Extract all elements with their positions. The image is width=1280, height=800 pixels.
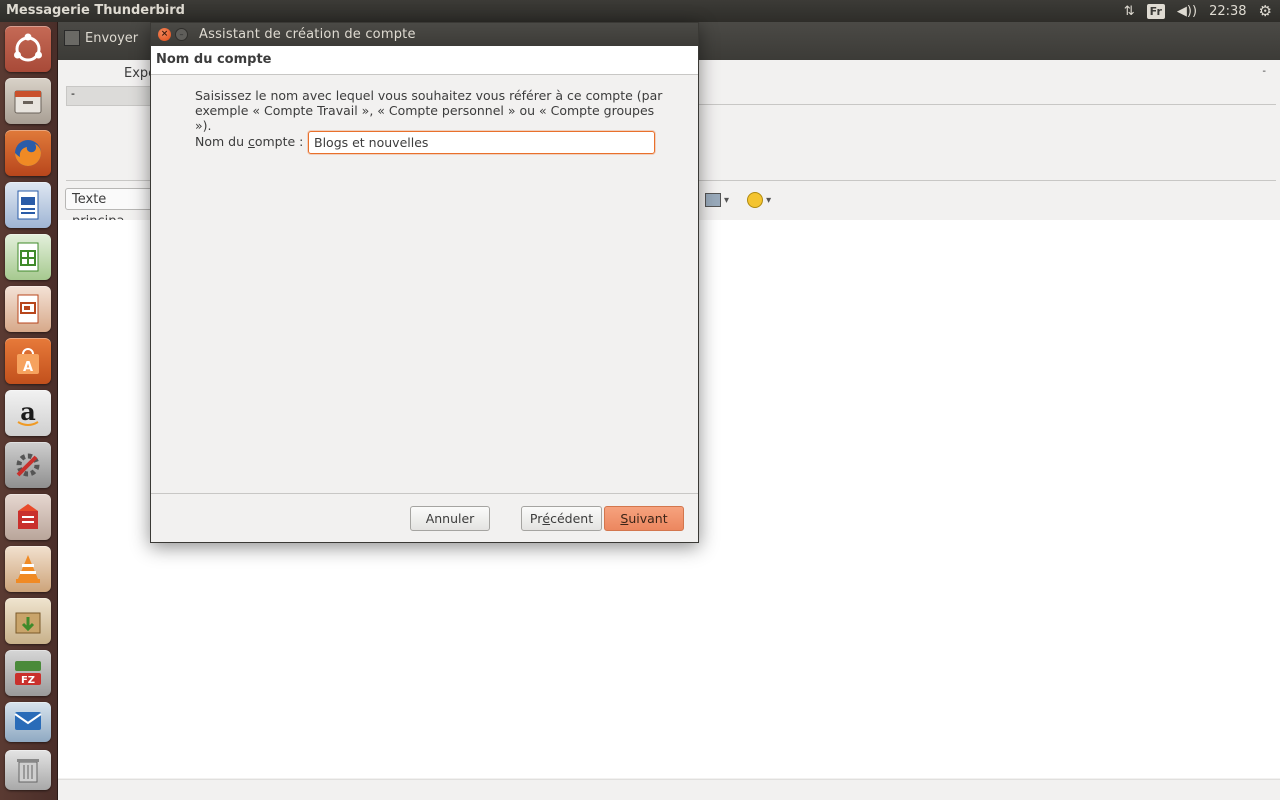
svg-text:FZ: FZ: [21, 675, 35, 686]
launcher: A a FZ: [0, 22, 58, 800]
filezilla-icon[interactable]: FZ: [5, 650, 51, 696]
svg-text:A: A: [23, 360, 33, 375]
network-arrows-icon[interactable]: ⇅: [1124, 4, 1135, 19]
page-header: Nom du compte: [151, 46, 698, 75]
dialog-title: Assistant de création de compte: [199, 27, 416, 42]
next-button-accesskey: S: [620, 511, 629, 526]
send-button-label: Envoyer: [85, 30, 139, 46]
cancel-button[interactable]: Annuler: [410, 506, 490, 531]
send-icon: [64, 30, 80, 46]
keyboard-layout-indicator[interactable]: Fr: [1146, 3, 1165, 19]
next-button-label-post: uivant: [628, 511, 668, 526]
account-name-label-post: ompte :: [254, 134, 304, 149]
format-toolbar-icons: ▾ ▾ ▾: [694, 192, 771, 208]
trash-icon[interactable]: [5, 750, 51, 790]
amazon-icon[interactable]: a: [5, 390, 51, 436]
keyboard-layout-badge: Fr: [1146, 3, 1165, 19]
app-red-icon[interactable]: [5, 494, 51, 540]
vlc-icon[interactable]: [5, 546, 51, 592]
top-panel: Messagerie Thunderbird ⇅ Fr ◀)) 22:38 ⚙: [0, 0, 1280, 22]
firefox-icon[interactable]: [5, 130, 51, 176]
thunderbird-stack-icon[interactable]: [5, 702, 51, 742]
dialog-titlebar: × – Assistant de création de compte: [151, 23, 698, 46]
header-divider: [698, 104, 1276, 105]
page-description: Saisissez le nom avec lequel vous souhai…: [195, 88, 663, 133]
cancel-button-label: Annuler: [425, 511, 475, 526]
smiley-icon[interactable]: [747, 192, 764, 208]
back-button[interactable]: Pr é cédent: [521, 506, 602, 531]
page-title: Nom du compte: [156, 52, 272, 67]
account-name-label-accesskey: c: [247, 134, 255, 149]
app-title: Messagerie Thunderbird: [6, 3, 185, 18]
from-field[interactable]: -: [66, 86, 162, 106]
archive-install-icon[interactable]: [5, 598, 51, 644]
minimize-button[interactable]: –: [175, 28, 188, 41]
account-name-input[interactable]: [308, 131, 655, 154]
close-button[interactable]: ×: [158, 28, 171, 41]
chevron-down-icon[interactable]: ▾: [724, 195, 729, 206]
account-name-label: Nom du compte :: [195, 134, 303, 149]
account-wizard-dialog: × – Assistant de création de compte Nom …: [150, 22, 699, 543]
paragraph-format-select[interactable]: Texte principa: [65, 188, 155, 229]
insert-image-icon[interactable]: [705, 193, 722, 207]
software-center-icon[interactable]: A: [5, 338, 51, 384]
send-button[interactable]: Envoyer |: [64, 30, 155, 46]
back-button-label-post: cédent: [550, 511, 594, 526]
clock[interactable]: 22:38: [1209, 4, 1246, 19]
svg-text:a: a: [20, 397, 36, 426]
back-button-label-pre: Pr: [529, 511, 543, 526]
libreoffice-impress-icon[interactable]: [5, 286, 51, 332]
next-button[interactable]: Suivant: [604, 506, 684, 531]
indicator-area: ⇅ Fr ◀)) 22:38 ⚙: [1124, 0, 1280, 22]
system-settings-icon[interactable]: [5, 442, 51, 488]
volume-icon[interactable]: ◀)): [1177, 4, 1197, 19]
libreoffice-calc-icon[interactable]: [5, 234, 51, 280]
back-button-accesskey: é: [542, 511, 551, 526]
from-dropdown-arrow[interactable]: -: [1262, 66, 1266, 77]
button-separator: [151, 493, 698, 494]
account-name-label-pre: Nom du: [195, 134, 248, 149]
files-icon[interactable]: [5, 78, 51, 124]
ubuntu-dash-icon[interactable]: [5, 26, 51, 72]
settings-gear-icon[interactable]: ⚙: [1259, 2, 1272, 20]
chevron-down-icon[interactable]: ▾: [766, 195, 771, 206]
libreoffice-writer-icon[interactable]: [5, 182, 51, 228]
status-bar: [58, 779, 1280, 800]
